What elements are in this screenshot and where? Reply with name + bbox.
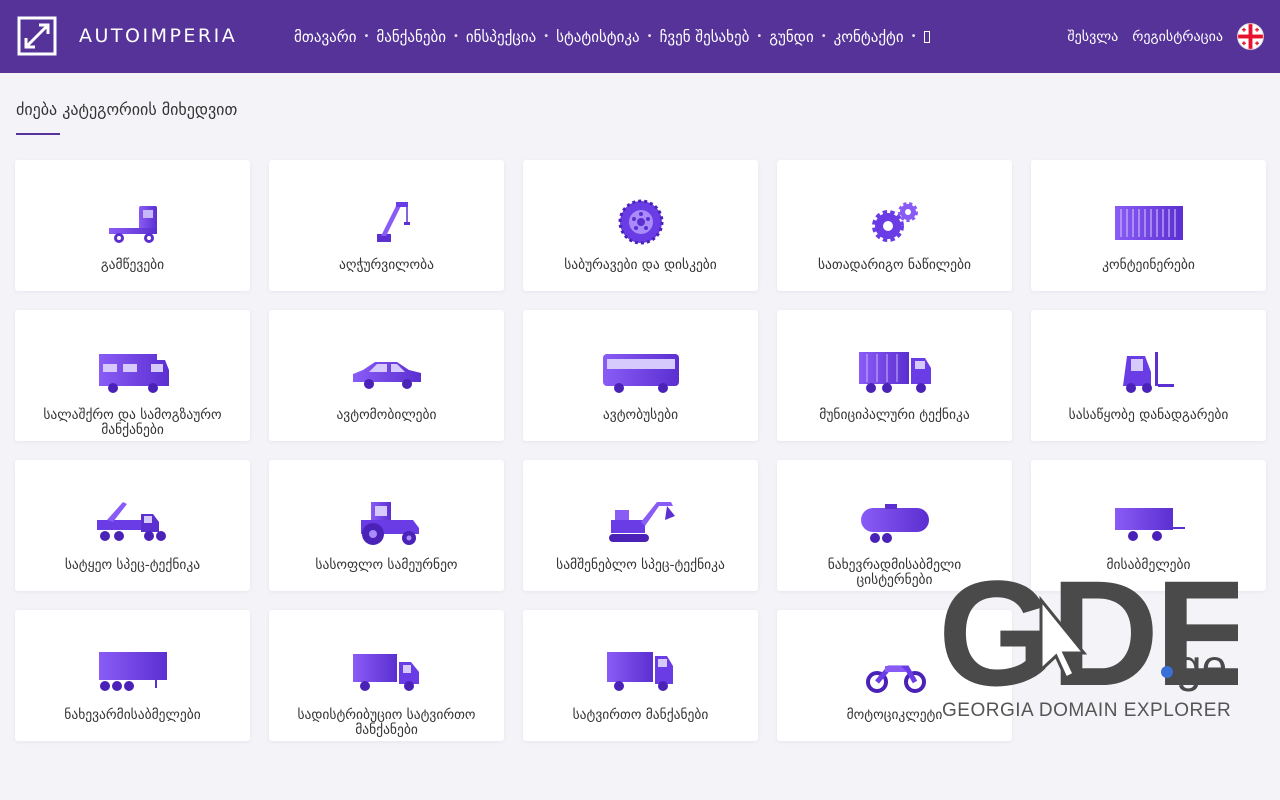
category-card-municipal[interactable]: მუნიციპალური ტექნიკა (777, 310, 1012, 441)
category-card-equipment[interactable]: აღჭურვილობა (269, 160, 504, 291)
nav-separator: • (910, 31, 917, 42)
category-card-buses[interactable]: ავტობუსები (523, 310, 758, 441)
title-underline (16, 133, 60, 135)
nav-item-statistics[interactable]: სტატისტიკა (556, 28, 640, 46)
nav-item-cars[interactable]: მანქანები (376, 28, 446, 46)
forestry-machine-icon (96, 502, 166, 541)
nav-item-contact[interactable]: კონტაქტი (834, 28, 904, 46)
category-label: სამშენებლო სპეც-ტექნიკა (556, 557, 725, 573)
category-card-tractor-units[interactable]: გამწევები (15, 160, 250, 291)
forklift-icon (1122, 352, 1174, 393)
category-label: სატვირთო მანქანები (572, 707, 709, 723)
gears-icon (871, 202, 918, 242)
category-label: აღჭურვილობა (338, 257, 435, 273)
brand-name: AUTOIMPERIA (79, 25, 238, 47)
nav-separator: • (646, 31, 653, 42)
category-label: სასაწყობე დანადგარები (1068, 407, 1229, 423)
auth-links: შესვლა რეგისტრაცია (1067, 0, 1264, 73)
georgia-flag-icon[interactable] (1237, 23, 1264, 50)
nav-separator: • (820, 31, 827, 42)
category-label: სათადარიგო ნაწილები (817, 257, 972, 273)
nav-item-home[interactable]: მთავარი (294, 28, 356, 46)
main-nav: მთავარი • მანქანები • ინსპექცია • სტატის… (294, 0, 930, 73)
nav-separator: • (756, 31, 763, 42)
category-label: გამწევები (100, 257, 165, 273)
section-title: ძიება კატეგორიის მიხედვით (16, 100, 238, 119)
brand-logo[interactable]: AUTOIMPERIA (17, 16, 237, 56)
farm-tractor-icon (360, 502, 419, 545)
semi-trailer-icon (98, 652, 167, 691)
svg-text:GDE: GDE (938, 560, 1238, 717)
register-link[interactable]: რეგისტრაცია (1132, 29, 1223, 45)
category-label: სალაშქრო და სამოგზაურო მანქანები (43, 407, 222, 438)
category-card-agriculture[interactable]: სასოფლო სამეურნეო (269, 460, 504, 591)
nav-separator: • (363, 31, 370, 42)
category-card-spare-parts[interactable]: სათადარიგო ნაწილები (777, 160, 1012, 291)
crane-icon (376, 202, 410, 242)
truck-icon (606, 652, 673, 691)
category-card-warehouse[interactable]: სასაწყობე დანადგარები (1031, 310, 1266, 441)
nav-item-more[interactable] (923, 30, 930, 43)
category-card-campers[interactable]: სალაშქრო და სამოგზაურო მანქანები (15, 310, 250, 441)
delivery-truck-icon (352, 654, 419, 691)
watermark-tagline: GEORGIA DOMAIN EXPLORER (942, 700, 1232, 721)
category-label: სადისტრიბუციო სატვირთო მანქანები (297, 707, 476, 738)
tank-trailer-icon (860, 504, 929, 543)
nav-separator: • (543, 31, 550, 42)
logo-mark-icon (17, 16, 57, 56)
category-card-cars[interactable]: ავტომობილები (269, 310, 504, 441)
trailer-icon (1114, 508, 1185, 541)
camper-icon (98, 354, 169, 393)
category-card-trucks[interactable]: სატვირთო მანქანები (523, 610, 758, 741)
nav-item-about[interactable]: ჩვენ შესახებ (660, 28, 750, 46)
nav-item-team[interactable]: გუნდი (769, 28, 813, 46)
category-label: ავტომობილები (336, 407, 437, 423)
category-card-semitrailers[interactable]: ნახევარმისაბმელები (15, 610, 250, 741)
nav-item-inspection[interactable]: ინსპექცია (466, 28, 536, 46)
motorcycle-icon (865, 665, 926, 693)
category-card-construction[interactable]: სამშენებლო სპეც-ტექნიკა (523, 460, 758, 591)
category-label: სასოფლო სამეურნეო (315, 557, 458, 573)
excavator-icon (608, 502, 675, 542)
category-card-distribution-trucks[interactable]: სადისტრიბუციო სატვირთო მანქანები (269, 610, 504, 741)
category-card-forestry[interactable]: სატყეო სპეც-ტექნიკა (15, 460, 250, 591)
category-label: საბურავები და დისკები (564, 257, 717, 273)
category-label: კონტეინერები (1102, 257, 1195, 273)
category-label: ნახევარმისაბმელები (64, 707, 201, 723)
category-label: ავტობუსები (602, 407, 679, 423)
category-label: სატყეო სპეც-ტექნიკა (64, 557, 201, 573)
nav-separator: • (452, 31, 459, 42)
car-icon (352, 362, 421, 389)
category-card-tires-rims[interactable]: საბურავები და დისკები (523, 160, 758, 291)
garbage-truck-icon (858, 352, 931, 393)
category-label: მუნიციპალური ტექნიკა (819, 407, 970, 423)
tire-icon (618, 199, 663, 245)
svg-text:ge: ge (1176, 640, 1227, 692)
tractor-unit-icon (108, 206, 157, 243)
container-icon (1114, 206, 1183, 240)
bus-icon (602, 354, 679, 393)
login-link[interactable]: შესვლა (1067, 29, 1118, 45)
category-card-containers[interactable]: კონტეინერები (1031, 160, 1266, 291)
top-header: AUTOIMPERIA მთავარი • მანქანები • ინსპექ… (0, 0, 1280, 73)
